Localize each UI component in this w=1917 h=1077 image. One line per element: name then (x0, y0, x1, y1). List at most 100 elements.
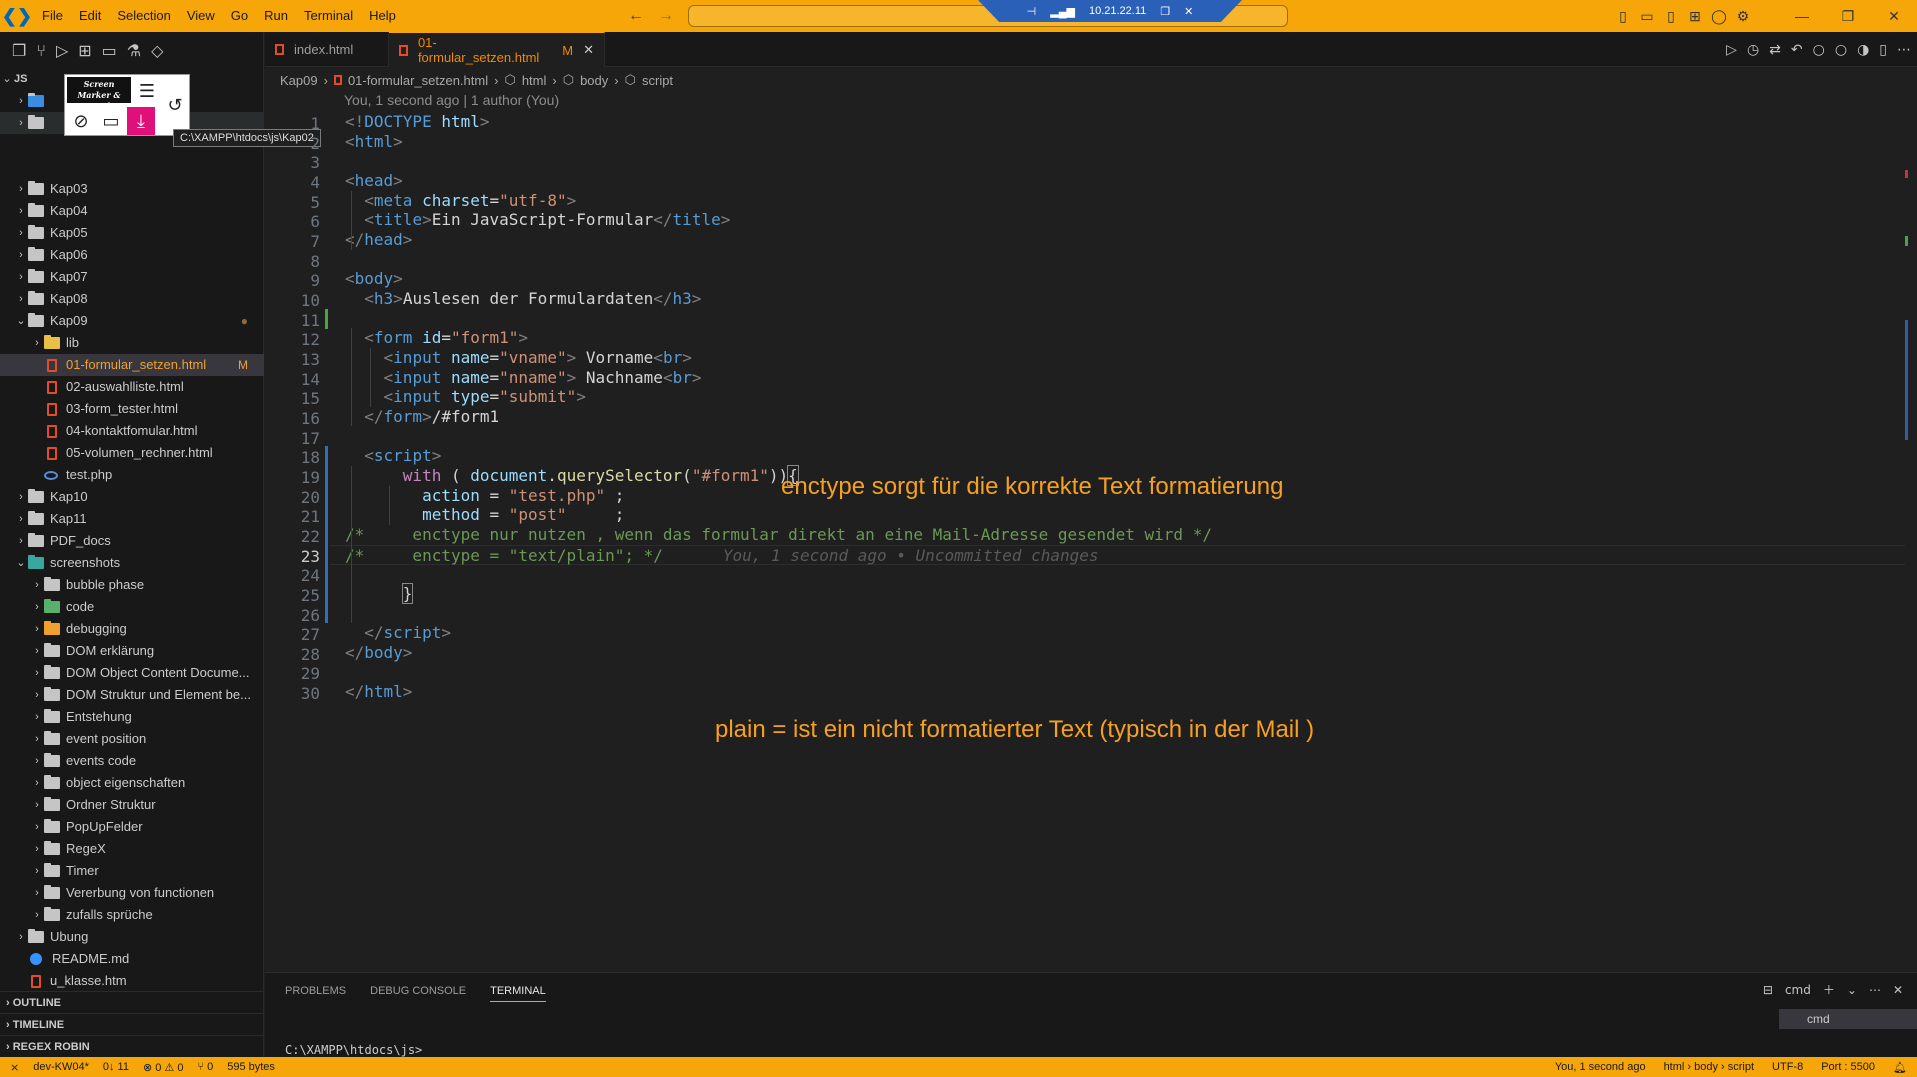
tree-item[interactable]: › Kap11 (0, 508, 264, 530)
tree-item[interactable]: › zufalls sprüche (0, 904, 264, 926)
code-line[interactable]: <html> (345, 132, 403, 152)
restore-remote-icon[interactable]: ❐ (1160, 5, 1170, 18)
tree-item[interactable]: 04-kontaktfomular.html (0, 420, 264, 442)
code-line[interactable]: </form>/#form1 (345, 407, 499, 427)
toggle-secondary-sidebar-icon[interactable]: ▯ (1659, 8, 1683, 25)
tree-item[interactable]: › Kap07 (0, 266, 264, 288)
tree-item[interactable]: › Timer (0, 860, 264, 882)
extensions-icon[interactable]: ⊞ (78, 41, 91, 60)
tree-item[interactable]: README.md (0, 948, 264, 970)
code-line[interactable]: <input name="vname"> Vorname<br> (345, 348, 692, 368)
menu-view[interactable]: View (179, 0, 223, 32)
run-debug-icon[interactable]: ▷ (56, 41, 68, 60)
menu-terminal[interactable]: Terminal (296, 0, 361, 32)
back-arrow-icon[interactable]: ← (628, 0, 644, 32)
tree-item[interactable]: › Kap08 (0, 288, 264, 310)
download-icon[interactable]: ⤓ (127, 107, 155, 135)
remote-indicator-icon[interactable]: ⨯ (10, 1061, 19, 1074)
restore-window-button[interactable]: ❐ (1825, 8, 1871, 25)
menu-file[interactable]: File (34, 0, 71, 32)
section-outline[interactable]: › OUTLINE (0, 991, 264, 1013)
more-actions-icon[interactable]: ⋯ (1897, 42, 1911, 58)
tab-formular-setzen[interactable]: 01-formular_setzen.html M ✕ (389, 32, 605, 67)
code-line[interactable]: action = "test.php" ; (345, 486, 624, 506)
tree-item[interactable]: › event position (0, 728, 264, 750)
split-editor-icon[interactable]: ▯ (1879, 42, 1887, 58)
tree-item[interactable]: › debugging (0, 618, 264, 640)
breadcrumb-item[interactable]: Kap09 (280, 73, 318, 88)
tree-item[interactable]: › RegeX (0, 838, 264, 860)
split-icon[interactable]: ◑ (1857, 42, 1869, 58)
new-terminal-icon[interactable]: ＋ (1823, 981, 1835, 998)
blame-status[interactable]: You, 1 second ago (1555, 1061, 1646, 1074)
terminal-list-item[interactable]: cmd (1779, 1009, 1917, 1029)
tree-item[interactable]: › object eigenschaften (0, 772, 264, 794)
remote-explorer-icon[interactable]: ▭ (102, 41, 117, 60)
tree-item[interactable]: › events code (0, 750, 264, 772)
more-icon[interactable]: ⋯ (1869, 983, 1881, 997)
tree-item[interactable]: › PopUpFelder (0, 816, 264, 838)
copilot-icon[interactable]: ◇ (151, 41, 163, 60)
testing-icon[interactable]: ⚗ (127, 41, 141, 60)
close-tab-icon[interactable]: ✕ (583, 42, 594, 58)
menu-go[interactable]: Go (223, 0, 256, 32)
live-server-port[interactable]: Port : 5500 (1821, 1061, 1875, 1074)
toggle-panel-icon[interactable]: ▭ (1635, 8, 1659, 25)
menu-edit[interactable]: Edit (71, 0, 109, 32)
tree-item[interactable]: › Kap04 (0, 200, 264, 222)
tree-item[interactable]: › PDF_docs (0, 530, 264, 552)
code-line[interactable]: with ( document.querySelector("#form1"))… (345, 465, 799, 486)
undo-icon[interactable]: ↺ (161, 91, 189, 119)
section-regex-robin[interactable]: › REGEX ROBIN (0, 1035, 264, 1057)
tree-item[interactable]: 02-auswahlliste.html (0, 376, 264, 398)
circle-next-icon[interactable]: ○ (1835, 42, 1847, 58)
tree-item[interactable]: › DOM Struktur und Element be... (0, 684, 264, 706)
code-line[interactable]: <title>Ein JavaScript-Formular</title> (345, 210, 730, 230)
git-branch[interactable]: dev-KW04* (33, 1061, 89, 1074)
code-line[interactable]: /* enctype nur nutzen , wenn das formula… (345, 525, 1212, 545)
remote-desktop-bar[interactable]: ⊣ ▂▄▆ 10.21.22.11 ❐ ✕ (978, 0, 1242, 22)
source-control-icon[interactable]: ⑂ (36, 41, 46, 60)
menu-help[interactable]: Help (361, 0, 404, 32)
customize-layout-icon[interactable]: ⊞ (1683, 8, 1707, 25)
git-blame-lens[interactable]: You, 1 second ago | 1 author (You) (344, 92, 559, 108)
code-line[interactable]: <input type="submit"> (345, 387, 586, 407)
tree-item[interactable]: ⌄ screenshots (0, 552, 264, 574)
code-line[interactable]: </body> (345, 643, 412, 663)
tree-item[interactable]: › DOM Object Content Docume... (0, 662, 264, 684)
terminal-name[interactable]: cmd (1785, 983, 1811, 997)
code-line[interactable]: <h3>Auslesen der Formulardaten</h3> (345, 289, 701, 309)
account-icon[interactable]: ◯ (1707, 8, 1731, 25)
circle-icon[interactable]: ○ (1813, 42, 1825, 58)
run-icon[interactable]: ▷ (1726, 42, 1737, 58)
revert-icon[interactable]: ↶ (1791, 42, 1803, 58)
tree-item[interactable]: › Kap06 (0, 244, 264, 266)
notifications-icon[interactable]: 🔔︎ (1893, 1061, 1907, 1074)
tree-item[interactable]: test.php (0, 464, 264, 486)
code-line[interactable]: <head> (345, 171, 403, 191)
tree-item[interactable]: › Entstehung (0, 706, 264, 728)
problems-count[interactable]: ⊗ 0 ⚠ 0 (143, 1061, 183, 1074)
tab-index-html[interactable]: index.html (265, 32, 389, 67)
git-sync[interactable]: 0↓ 11 (103, 1061, 129, 1074)
tab-problems[interactable]: PROBLEMS (285, 985, 346, 1002)
section-timeline[interactable]: › TIMELINE (0, 1013, 264, 1035)
tree-item[interactable]: ⌄ Kap09 ● (0, 310, 264, 332)
screen-icon[interactable]: ▭ (97, 107, 125, 135)
close-window-button[interactable]: ✕ (1871, 8, 1917, 25)
encoding-status[interactable]: UTF-8 (1772, 1061, 1803, 1074)
code-line[interactable]: </html> (345, 682, 412, 702)
tree-item[interactable]: › Ordner Struktur (0, 794, 264, 816)
tree-item[interactable]: 03-form_tester.html (0, 398, 264, 420)
code-line[interactable]: <meta charset="utf-8"> (345, 191, 576, 211)
code-line[interactable]: /* enctype = "text/plain"; */ You, 1 seco… (330, 545, 1905, 565)
tab-debug-console[interactable]: DEBUG CONSOLE (370, 985, 466, 1002)
hide-icon[interactable]: ⊘ (67, 107, 95, 135)
tree-item[interactable]: u_klasse.htm (0, 970, 264, 992)
code-line[interactable]: } (345, 583, 414, 604)
code-line[interactable]: <input name="nname"> Nachname<br> (345, 368, 702, 388)
compare-icon[interactable]: ⇄ (1769, 42, 1781, 58)
tree-item[interactable]: › code (0, 596, 264, 618)
close-remote-icon[interactable]: ✕ (1184, 5, 1193, 18)
code-line[interactable]: <body> (345, 269, 403, 289)
